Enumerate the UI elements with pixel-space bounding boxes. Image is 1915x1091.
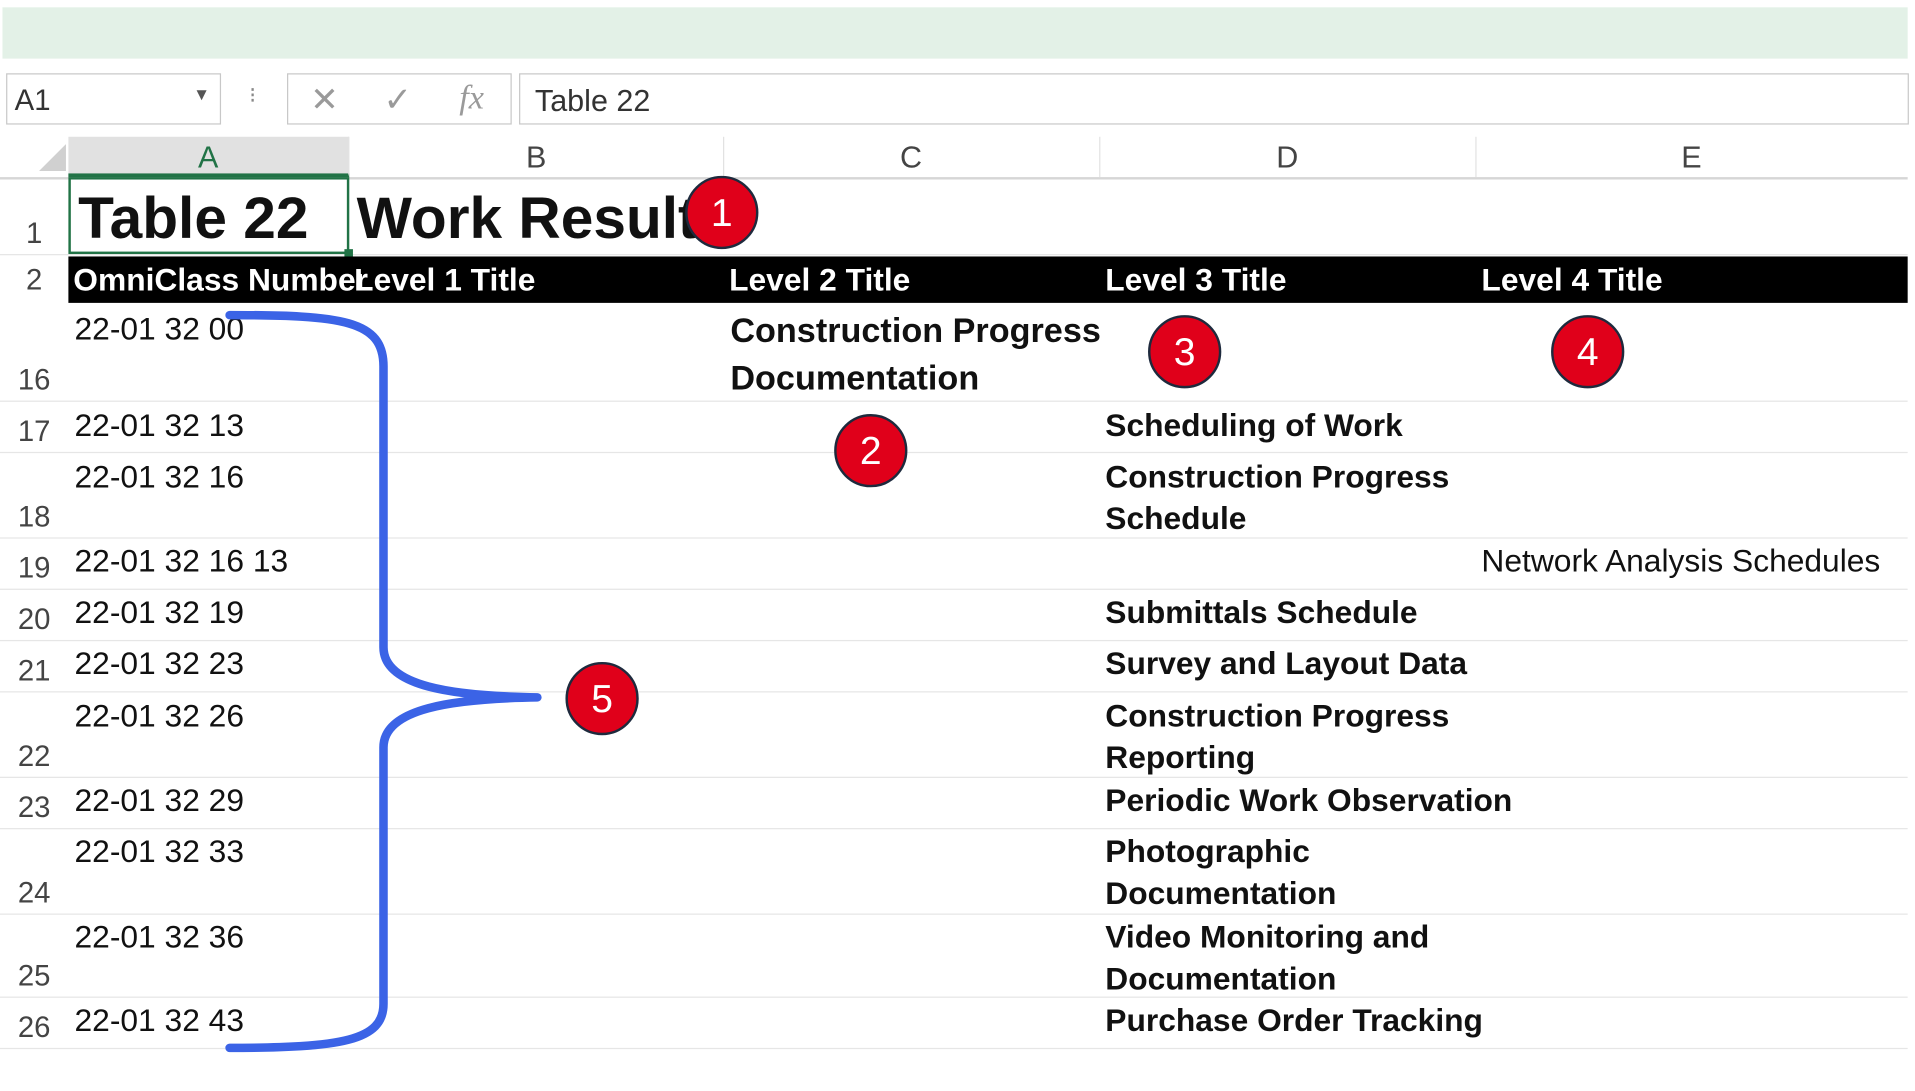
callout-4-badge: 4 — [1551, 315, 1625, 389]
bracket-annotation — [225, 310, 542, 1053]
callout-1-badge: 1 — [685, 175, 759, 250]
spreadsheet-window: A1 ▼ ⁝ ✕ ✓ fx Table 22 A B C D E 1 2 16 … — [0, 0, 1915, 1070]
callout-3-badge: 3 — [1148, 315, 1222, 389]
callout-2-badge: 2 — [834, 414, 908, 488]
callout-5-badge: 5 — [565, 661, 639, 736]
